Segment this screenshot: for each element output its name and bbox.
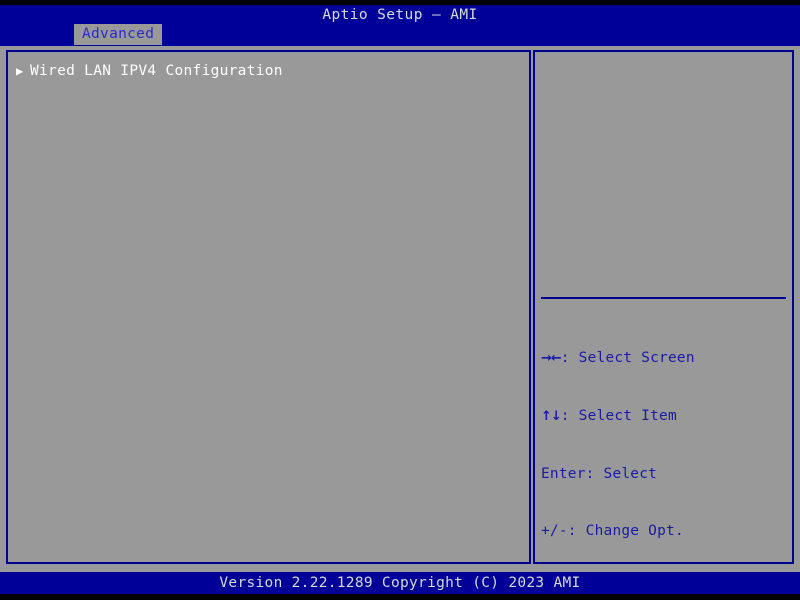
key-legend-row-change-opt: +/-: Change Opt. xyxy=(541,522,788,541)
key-legend-list: →←: Select Screen ↑↓: Select Item Enter:… xyxy=(541,311,788,600)
key-legend-row-select-screen: →←: Select Screen xyxy=(541,349,788,368)
bios-setup-screen: Aptio Setup – AMI Advanced ▶ Wired LAN I… xyxy=(0,0,800,600)
key-legend-label: : Select Item xyxy=(560,408,677,424)
version-footer: Version 2.22.1289 Copyright (C) 2023 AMI xyxy=(0,572,800,594)
key-legend-label: +/-: Change Opt. xyxy=(541,523,684,540)
menu-item-wired-lan-ipv4-configuration[interactable]: ▶ Wired LAN IPV4 Configuration xyxy=(16,62,523,81)
tab-bar: Advanced xyxy=(0,24,800,45)
key-legend-row-select-item: ↑↓: Select Item xyxy=(541,407,788,426)
settings-panel: ▶ Wired LAN IPV4 Configuration xyxy=(6,50,531,564)
bottom-bezel xyxy=(0,594,800,600)
page-title: Aptio Setup – AMI xyxy=(322,7,478,23)
menu-item-label: Wired LAN IPV4 Configuration xyxy=(30,63,283,79)
help-panel: →←: Select Screen ↑↓: Select Item Enter:… xyxy=(533,50,794,597)
key-legend-label: : Select Screen xyxy=(560,350,695,367)
arrow-up-down-icon: ↑↓ xyxy=(541,409,562,424)
submenu-arrow-icon: ▶ xyxy=(16,64,24,78)
key-legend-label: Enter: Select xyxy=(541,465,658,482)
help-divider xyxy=(541,297,786,299)
tab-advanced[interactable]: Advanced xyxy=(74,24,163,45)
key-legend-row-enter-select: Enter: Select xyxy=(541,465,788,484)
settings-menu-list: ▶ Wired LAN IPV4 Configuration xyxy=(16,62,523,81)
arrow-left-right-icon: →← xyxy=(541,351,562,367)
